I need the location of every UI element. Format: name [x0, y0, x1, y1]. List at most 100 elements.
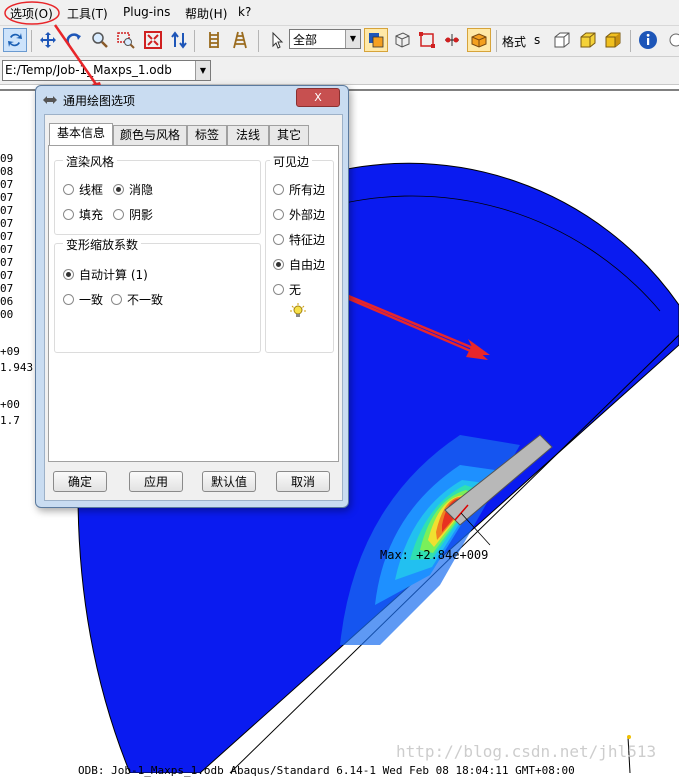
lightbulb-icon[interactable] [290, 303, 306, 322]
menu-help[interactable]: 帮助(H) [185, 5, 227, 22]
radio-wireframe[interactable]: 线框 [63, 181, 103, 198]
menu-plugins[interactable]: Plug-ins [123, 5, 170, 19]
tab-color-style[interactable]: 颜色与风格 [113, 125, 187, 145]
radio-label: 线框 [79, 183, 104, 197]
radio-shaded[interactable]: 阴影 [113, 206, 153, 223]
toolbar-separator [258, 30, 259, 52]
radio-uniform[interactable]: 一致 [63, 291, 103, 308]
legend-value: 00 [0, 308, 14, 321]
button-label: 取消 [290, 475, 315, 489]
watermark: http://blog.csdn.net/jhl513 [396, 742, 657, 761]
dialog-body: 基本信息 颜色与风格 标签 法线 其它 渲染风格 线框 消隐 填充 阴影 变形缩… [44, 114, 343, 501]
tab-label: 标签 [194, 128, 219, 142]
cube-shaded-icon[interactable] [601, 28, 625, 52]
tab-basic-info[interactable]: 基本信息 [49, 123, 113, 146]
legend-value: 06 [0, 295, 14, 308]
radio-indicator [111, 294, 122, 305]
radio-label: 所有边 [289, 183, 326, 197]
wireframe-icon[interactable] [390, 28, 414, 52]
close-button[interactable]: X [296, 88, 340, 107]
menu-tools[interactable]: 工具(T) [67, 5, 108, 22]
legend-value: 09 [0, 152, 14, 165]
select-cursor-icon[interactable] [265, 28, 289, 52]
tab-normals[interactable]: 法线 [227, 125, 269, 145]
viewport-status-text: ODB: Job-1_Maxps_1.odb Abaqus/Standard 6… [78, 764, 575, 777]
radio-indicator [273, 259, 284, 270]
visible-edges-title: 可见边 [270, 153, 313, 170]
radio-free-edges[interactable]: 自由边 [273, 256, 325, 273]
legend-header-value: 1.7 [0, 414, 20, 427]
ok-button[interactable]: 确定 [53, 471, 107, 492]
selection-filter-combo[interactable]: 全部 ▼ [289, 29, 361, 49]
deform-scale-title: 变形缩放系数 [63, 236, 142, 253]
tab-other[interactable]: 其它 [269, 125, 309, 145]
tab-label: 其它 [276, 128, 301, 142]
cube-yellow-icon[interactable] [576, 28, 600, 52]
deform-scale-group: 变形缩放系数 自动计算 (1) 一致 不一致 [54, 236, 261, 353]
radio-nonuniform[interactable]: 不一致 [111, 291, 163, 308]
menu-options[interactable]: 选项(O) [10, 5, 53, 22]
defaults-button[interactable]: 默认值 [202, 471, 256, 492]
radio-exterior-edges[interactable]: 外部边 [273, 206, 325, 223]
odb-path-combo[interactable]: E:/Temp/Job-1_Maxps_1.odb ▼ [2, 60, 211, 81]
button-label: 确定 [67, 475, 92, 489]
radio-indicator [113, 209, 124, 220]
cycle-views-icon[interactable] [167, 28, 191, 52]
radio-indicator [273, 184, 284, 195]
radio-auto-compute[interactable]: 自动计算 (1) [63, 266, 148, 283]
toolbar: 全部 ▼ 格式 s [0, 26, 679, 57]
toolbar-separator [31, 30, 32, 52]
radio-label: 特征边 [289, 233, 326, 247]
format-value[interactable]: s [534, 33, 540, 47]
menu-bar: 选项(O) 工具(T) Plug-ins 帮助(H) k? [0, 0, 679, 26]
toolbar-separator [194, 30, 195, 52]
apply-button[interactable]: 应用 [129, 471, 183, 492]
crop-icon[interactable] [415, 28, 439, 52]
common-plot-options-dialog: 通用绘图选项 X 基本信息 颜色与风格 标签 法线 其它 渲染风格 线框 消隐 … [35, 85, 349, 508]
odb-path-value: E:/Temp/Job-1_Maxps_1.odb [5, 63, 172, 77]
ladder-perspective-icon[interactable] [228, 28, 252, 52]
radio-label: 不一致 [127, 293, 164, 307]
chevron-down-icon: ▼ [195, 61, 210, 80]
pan-icon[interactable] [36, 28, 60, 52]
radio-filled[interactable]: 填充 [63, 206, 103, 223]
legend-header: +09 [0, 345, 20, 358]
cancel-button[interactable]: 取消 [276, 471, 330, 492]
radio-indicator [273, 209, 284, 220]
auto-fit-icon[interactable] [141, 28, 165, 52]
sync-icon[interactable] [3, 28, 27, 52]
radio-label: 一致 [79, 293, 104, 307]
max-value-label: Max: +2.84e+009 [380, 548, 489, 562]
tab-label: 法线 [235, 128, 260, 142]
radio-label: 消隐 [129, 183, 154, 197]
legend-value: 08 [0, 165, 14, 178]
legend-value: 07 [0, 204, 14, 217]
radio-indicator [63, 184, 74, 195]
radio-indicator [273, 234, 284, 245]
radio-no-edges[interactable]: 无 [273, 281, 301, 298]
radio-hidden[interactable]: 消隐 [113, 181, 153, 198]
radio-indicator [63, 209, 74, 220]
ladder-icon[interactable] [202, 28, 226, 52]
tab-labels[interactable]: 标签 [187, 125, 227, 145]
radio-label: 自动计算 (1) [79, 268, 148, 282]
radio-all-edges[interactable]: 所有边 [273, 181, 325, 198]
menu-context-help[interactable]: k? [238, 5, 251, 19]
legend-value: 07 [0, 282, 14, 295]
odb-path-bar: E:/Temp/Job-1_Maxps_1.odb ▼ [0, 57, 679, 85]
cube-outline-icon[interactable] [550, 28, 574, 52]
render-mode-icon[interactable] [364, 28, 388, 52]
info-icon[interactable] [636, 28, 660, 52]
probe-icon[interactable] [440, 28, 464, 52]
legend-header: +00 [0, 398, 20, 411]
rotate-icon[interactable] [62, 28, 86, 52]
format-label: 格式 [502, 35, 527, 49]
legend-value: 07 [0, 256, 14, 269]
zoom-icon[interactable] [88, 28, 112, 52]
box-zoom-icon[interactable] [114, 28, 138, 52]
radio-label: 外部边 [289, 208, 326, 222]
radio-feature-edges[interactable]: 特征边 [273, 231, 325, 248]
common-options-icon[interactable] [467, 28, 491, 52]
radio-icon[interactable] [664, 28, 679, 52]
tab-label: 基本信息 [56, 126, 105, 140]
